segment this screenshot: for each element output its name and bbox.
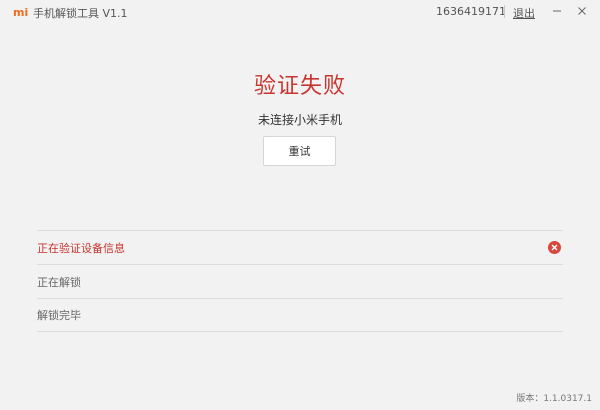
step-label: 正在解锁 [37,275,81,289]
mi-logo: mi [13,6,29,19]
step-unlock-complete: 解锁完毕 [37,298,563,332]
step-verify-device: 正在验证设备信息 [37,230,563,264]
logout-link[interactable]: 退出 [513,5,535,21]
status-title: 验证失败 [253,74,346,99]
status-subtitle: 未连接小米手机 [257,113,342,127]
app-title: 手机解锁工具 V1.1 [33,7,128,20]
step-unlocking: 正在解锁 [37,264,563,298]
title-bar: mi 手机解锁工具 V1.1 1636419171 退出 [0,0,600,24]
account-id: 1636419171 [436,5,506,18]
close-icon[interactable] [574,3,590,19]
progress-steps: 正在验证设备信息 正在解锁 解锁完毕 [37,230,563,332]
step-label: 正在验证设备信息 [37,241,125,255]
error-x-icon [548,241,561,254]
retry-button[interactable]: 重试 [263,136,336,166]
titlebar-divider [504,5,505,18]
step-label: 解锁完毕 [37,309,81,322]
minimize-icon[interactable] [549,3,565,19]
version-label: 版本：1.1.0317.1 [516,394,592,404]
